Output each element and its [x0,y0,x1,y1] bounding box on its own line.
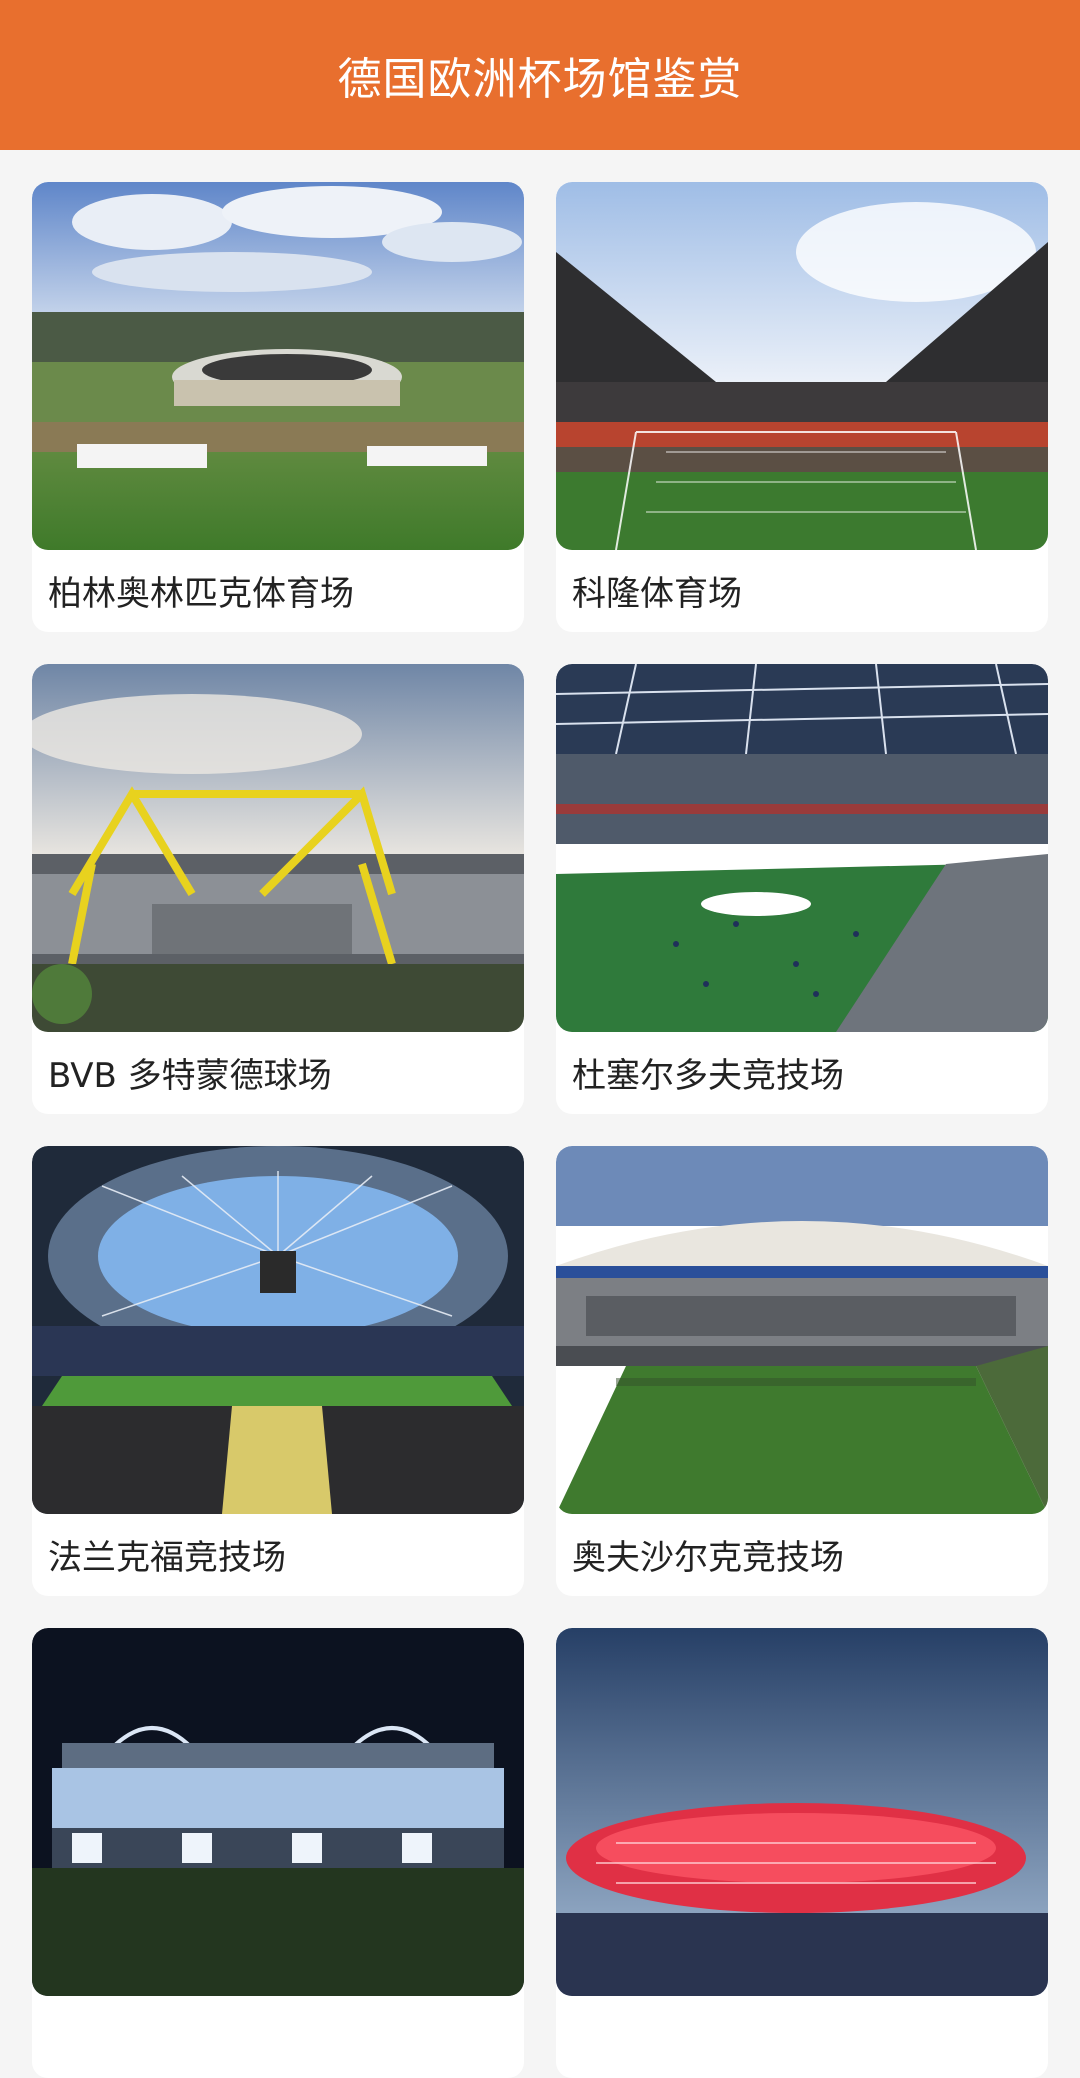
stadium-photo-dortmund [32,664,524,1032]
stadium-card-gelsenkirchen[interactable]: 奥夫沙尔克竞技场 [556,1146,1048,1596]
stadium-grid: 柏林奥林匹克体育场 科隆体育场 BVB 多特蒙德球场 杜塞尔多夫竞技场 法兰克福… [0,150,1080,2078]
stadium-card-title: 科隆体育场 [572,574,742,614]
stadium-card-title: 杜塞尔多夫竞技场 [572,1056,844,1096]
stadium-card-title: 法兰克福竞技场 [48,1538,286,1578]
stadium-card-dortmund[interactable]: BVB 多特蒙德球场 [32,664,524,1114]
stadium-card-title: 奥夫沙尔克竞技场 [572,1538,844,1578]
stadium-photo-frankfurt [32,1146,524,1514]
stadium-card-title: 柏林奥林匹克体育场 [48,574,354,614]
stadium-photo-munich [556,1628,1048,1996]
stadium-photo-cologne [556,182,1048,550]
stadium-card-cologne[interactable]: 科隆体育场 [556,182,1048,632]
stadium-photo-leipzig [32,1628,524,1996]
stadium-card-title: BVB 多特蒙德球场 [48,1056,332,1096]
stadium-photo-dusseldorf [556,664,1048,1032]
stadium-card-frankfurt[interactable]: 法兰克福竞技场 [32,1146,524,1596]
stadium-card-berlin[interactable]: 柏林奥林匹克体育场 [32,182,524,632]
app-header: 德国欧洲杯场馆鉴赏 [0,0,1080,150]
stadium-card-dusseldorf[interactable]: 杜塞尔多夫竞技场 [556,664,1048,1114]
stadium-card-leipzig[interactable] [32,1628,524,2078]
stadium-photo-berlin [32,182,524,550]
stadium-card-munich[interactable] [556,1628,1048,2078]
page-title: 德国欧洲杯场馆鉴赏 [337,54,743,105]
stadium-photo-gelsenkirchen [556,1146,1048,1514]
